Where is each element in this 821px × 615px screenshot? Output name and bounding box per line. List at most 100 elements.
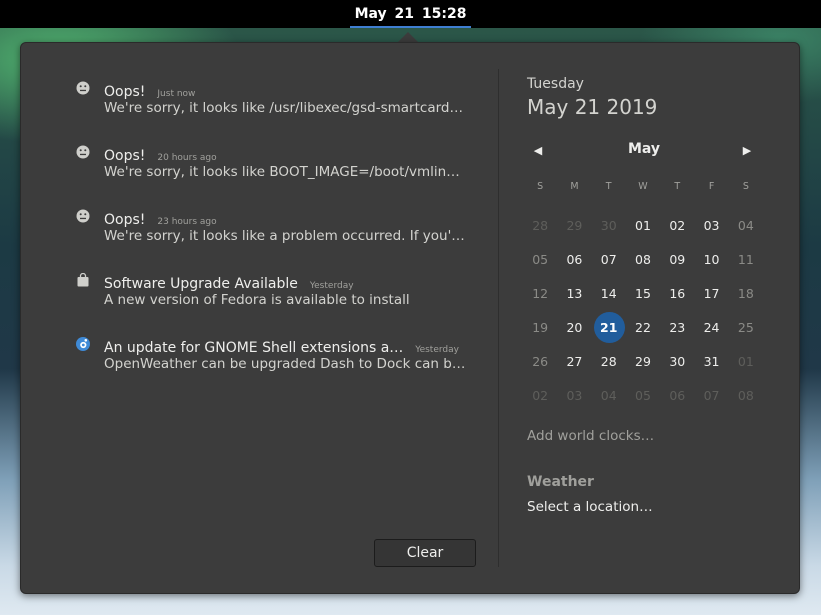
calendar-week: 02 03 04 05 06 07 08 <box>523 379 763 413</box>
calendar-day-number: 25 <box>737 320 754 335</box>
calendar-day[interactable]: 26 <box>523 345 557 379</box>
calendar-day-number: 28 <box>532 218 549 233</box>
calendar-day[interactable]: 23 <box>660 311 694 345</box>
shopping-bag-icon <box>77 273 89 287</box>
calendar-day[interactable]: 25 <box>729 311 763 345</box>
weekday-label: T <box>605 181 612 192</box>
notification-title: An update for GNOME Shell extensions a… <box>104 340 404 356</box>
notification-time: Yesterday <box>415 345 459 355</box>
notification-title: Software Upgrade Available <box>104 276 298 292</box>
notification-body: We're sorry, it looks like a problem occ… <box>104 228 466 244</box>
calendar-day[interactable]: 29 <box>557 209 591 243</box>
notification-time: 20 hours ago <box>157 153 217 163</box>
top-bar: May 21 15:28 <box>0 0 821 28</box>
calendar-week: 05 06 07 08 09 10 11 <box>523 243 763 277</box>
calendar-day[interactable]: 29 <box>626 345 660 379</box>
calendar-day-number: 01 <box>737 354 754 369</box>
calendar-day[interactable]: 11 <box>729 243 763 277</box>
notification-item[interactable]: An update for GNOME Shell extensions a… Y… <box>71 329 471 393</box>
calendar-day-number: 20 <box>566 320 583 335</box>
calendar-day[interactable]: 22 <box>626 311 660 345</box>
calendar-week: 12 13 14 15 16 17 18 <box>523 277 763 311</box>
calendar-day-number: 05 <box>532 252 549 267</box>
weekday-label: S <box>742 181 749 192</box>
notification-item[interactable]: Software Upgrade Available Yesterday A ne… <box>71 265 471 329</box>
calendar-day-today[interactable]: 21 <box>592 311 626 345</box>
calendar-day-number: 10 <box>703 252 720 267</box>
calendar-day[interactable]: 31 <box>694 345 728 379</box>
calendar-day[interactable]: 28 <box>592 345 626 379</box>
notification-item[interactable]: Oops! 20 hours ago We're sorry, it looks … <box>71 137 471 201</box>
calendar-day[interactable]: 07 <box>592 243 626 277</box>
weekday-label: S <box>537 181 544 192</box>
weather-location-button[interactable]: Select a location… <box>527 499 653 515</box>
calendar-day-number: 02 <box>669 218 686 233</box>
calendar-day-number: 17 <box>703 286 720 301</box>
calendar-day[interactable]: 01 <box>626 209 660 243</box>
notification-item[interactable]: Oops! Just now We're sorry, it looks like… <box>71 73 471 137</box>
calendar-day[interactable]: 06 <box>557 243 591 277</box>
weekday-label: M <box>570 181 579 192</box>
calendar-day-number: 06 <box>669 388 686 403</box>
calendar-day[interactable]: 30 <box>660 345 694 379</box>
notification-time: Yesterday <box>309 281 354 291</box>
calendar-week: 28 29 30 01 02 03 04 <box>523 209 763 243</box>
calendar-day[interactable]: 02 <box>660 209 694 243</box>
calendar-day[interactable]: 19 <box>523 311 557 345</box>
calendar-day[interactable]: 13 <box>557 277 591 311</box>
calendar-day[interactable]: 08 <box>626 243 660 277</box>
next-month-button[interactable]: ▶ <box>739 143 755 159</box>
calendar-day-number: 08 <box>737 388 754 403</box>
calendar-day[interactable]: 24 <box>694 311 728 345</box>
calendar-day[interactable]: 28 <box>523 209 557 243</box>
calendar-day[interactable]: 27 <box>557 345 591 379</box>
calendar-day[interactable]: 03 <box>694 209 728 243</box>
calendar-day[interactable]: 15 <box>626 277 660 311</box>
calendar-day-number: 04 <box>600 388 617 403</box>
face-sad-icon <box>76 209 90 223</box>
calendar-day[interactable]: 10 <box>694 243 728 277</box>
calendar-day[interactable]: 14 <box>592 277 626 311</box>
calendar-day-number: 30 <box>600 218 617 233</box>
calendar-day[interactable]: 18 <box>729 277 763 311</box>
calendar-day[interactable]: 07 <box>694 379 728 413</box>
calendar-day-number: 11 <box>737 252 754 267</box>
clock-button[interactable]: May 21 15:28 <box>350 0 471 28</box>
calendar-day[interactable]: 30 <box>592 209 626 243</box>
calendar-popup: Oops! Just now We're sorry, it looks like… <box>20 42 800 594</box>
calendar-day[interactable]: 16 <box>660 277 694 311</box>
notification-time: 23 hours ago <box>157 217 217 227</box>
calendar-day[interactable]: 01 <box>729 345 763 379</box>
calendar-day[interactable]: 20 <box>557 311 591 345</box>
previous-month-button[interactable]: ◀ <box>530 143 546 159</box>
notification-item[interactable]: Oops! 23 hours ago We're sorry, it looks … <box>71 201 471 265</box>
calendar-grid: S M T W T F S 28 29 30 01 02 03 04 05 06 07 08 09 10… <box>523 175 763 413</box>
face-sad-icon <box>76 145 90 159</box>
calendar-day[interactable]: 17 <box>694 277 728 311</box>
full-date: May 21 2019 <box>527 95 658 119</box>
calendar-day[interactable]: 06 <box>660 379 694 413</box>
calendar-day[interactable]: 05 <box>523 243 557 277</box>
calendar-day-number: 29 <box>635 354 651 369</box>
calendar-day[interactable]: 04 <box>592 379 626 413</box>
calendar-day-number: 12 <box>532 286 549 301</box>
calendar-day[interactable]: 12 <box>523 277 557 311</box>
calendar-day[interactable]: 05 <box>626 379 660 413</box>
clear-button[interactable]: Clear <box>374 539 476 567</box>
calendar-day[interactable]: 09 <box>660 243 694 277</box>
calendar-day[interactable]: 08 <box>729 379 763 413</box>
divider <box>498 69 499 567</box>
calendar-day-number: 18 <box>737 286 754 301</box>
calendar-day-number: 26 <box>532 354 549 369</box>
add-world-clocks-button[interactable]: Add world clocks… <box>527 428 654 444</box>
calendar-day-number: 02 <box>532 388 549 403</box>
calendar-day[interactable]: 04 <box>729 209 763 243</box>
weather-title: Weather <box>527 474 594 490</box>
calendar-day-number: 16 <box>669 286 686 301</box>
calendar-day-number: 01 <box>635 218 651 233</box>
gnome-extensions-icon <box>76 337 90 351</box>
calendar-day[interactable]: 02 <box>523 379 557 413</box>
notification-body: OpenWeather can be upgraded Dash to Dock… <box>104 356 466 372</box>
calendar-day[interactable]: 03 <box>557 379 591 413</box>
calendar-day-number: 31 <box>703 354 720 369</box>
